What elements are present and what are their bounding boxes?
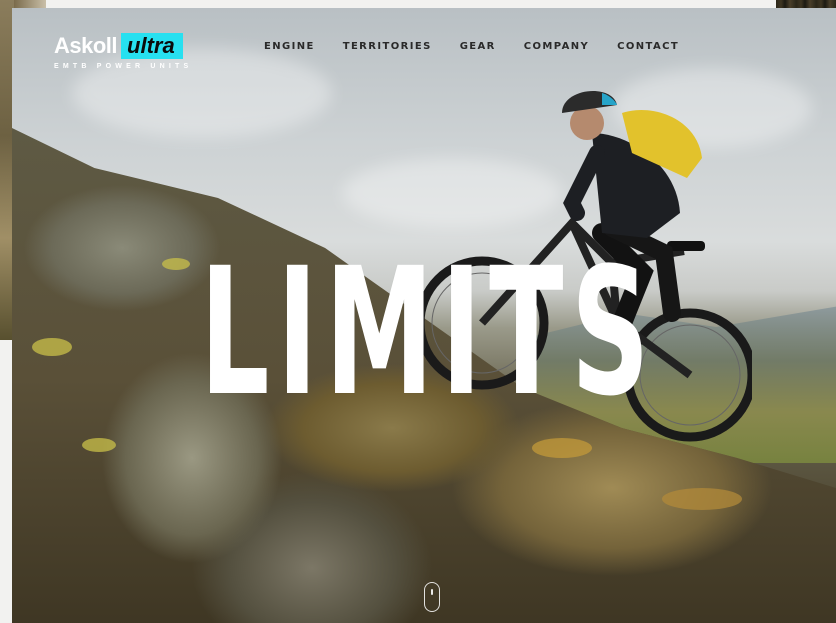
hero-headline: LIMITS	[200, 230, 657, 435]
moss-patch	[162, 258, 190, 270]
moss-patch	[32, 338, 72, 356]
background-slide-left-edge	[14, 0, 46, 8]
main-navigation: ENGINE TERRITORIES GEAR COMPANY CONTACT	[264, 41, 707, 52]
nav-item-gear[interactable]: GEAR	[460, 41, 496, 52]
moss-patch	[82, 438, 116, 452]
brand-name: Askoll	[54, 33, 118, 58]
nav-item-company[interactable]: COMPANY	[524, 41, 589, 52]
mouse-scroll-icon[interactable]	[424, 582, 440, 612]
nav-item-contact[interactable]: CONTACT	[617, 41, 679, 52]
grass-patch	[662, 488, 742, 510]
nav-item-territories[interactable]: TERRITORIES	[343, 41, 432, 52]
nav-item-engine[interactable]: ENGINE	[264, 41, 315, 52]
brand-logo[interactable]: Askoll ultra EMTB POWER UNITS	[54, 33, 192, 70]
brand-badge: ultra	[121, 33, 183, 59]
site-header: Askoll ultra EMTB POWER UNITS ENGINE TERR…	[12, 8, 776, 88]
brand-tagline: EMTB POWER UNITS	[54, 63, 193, 70]
